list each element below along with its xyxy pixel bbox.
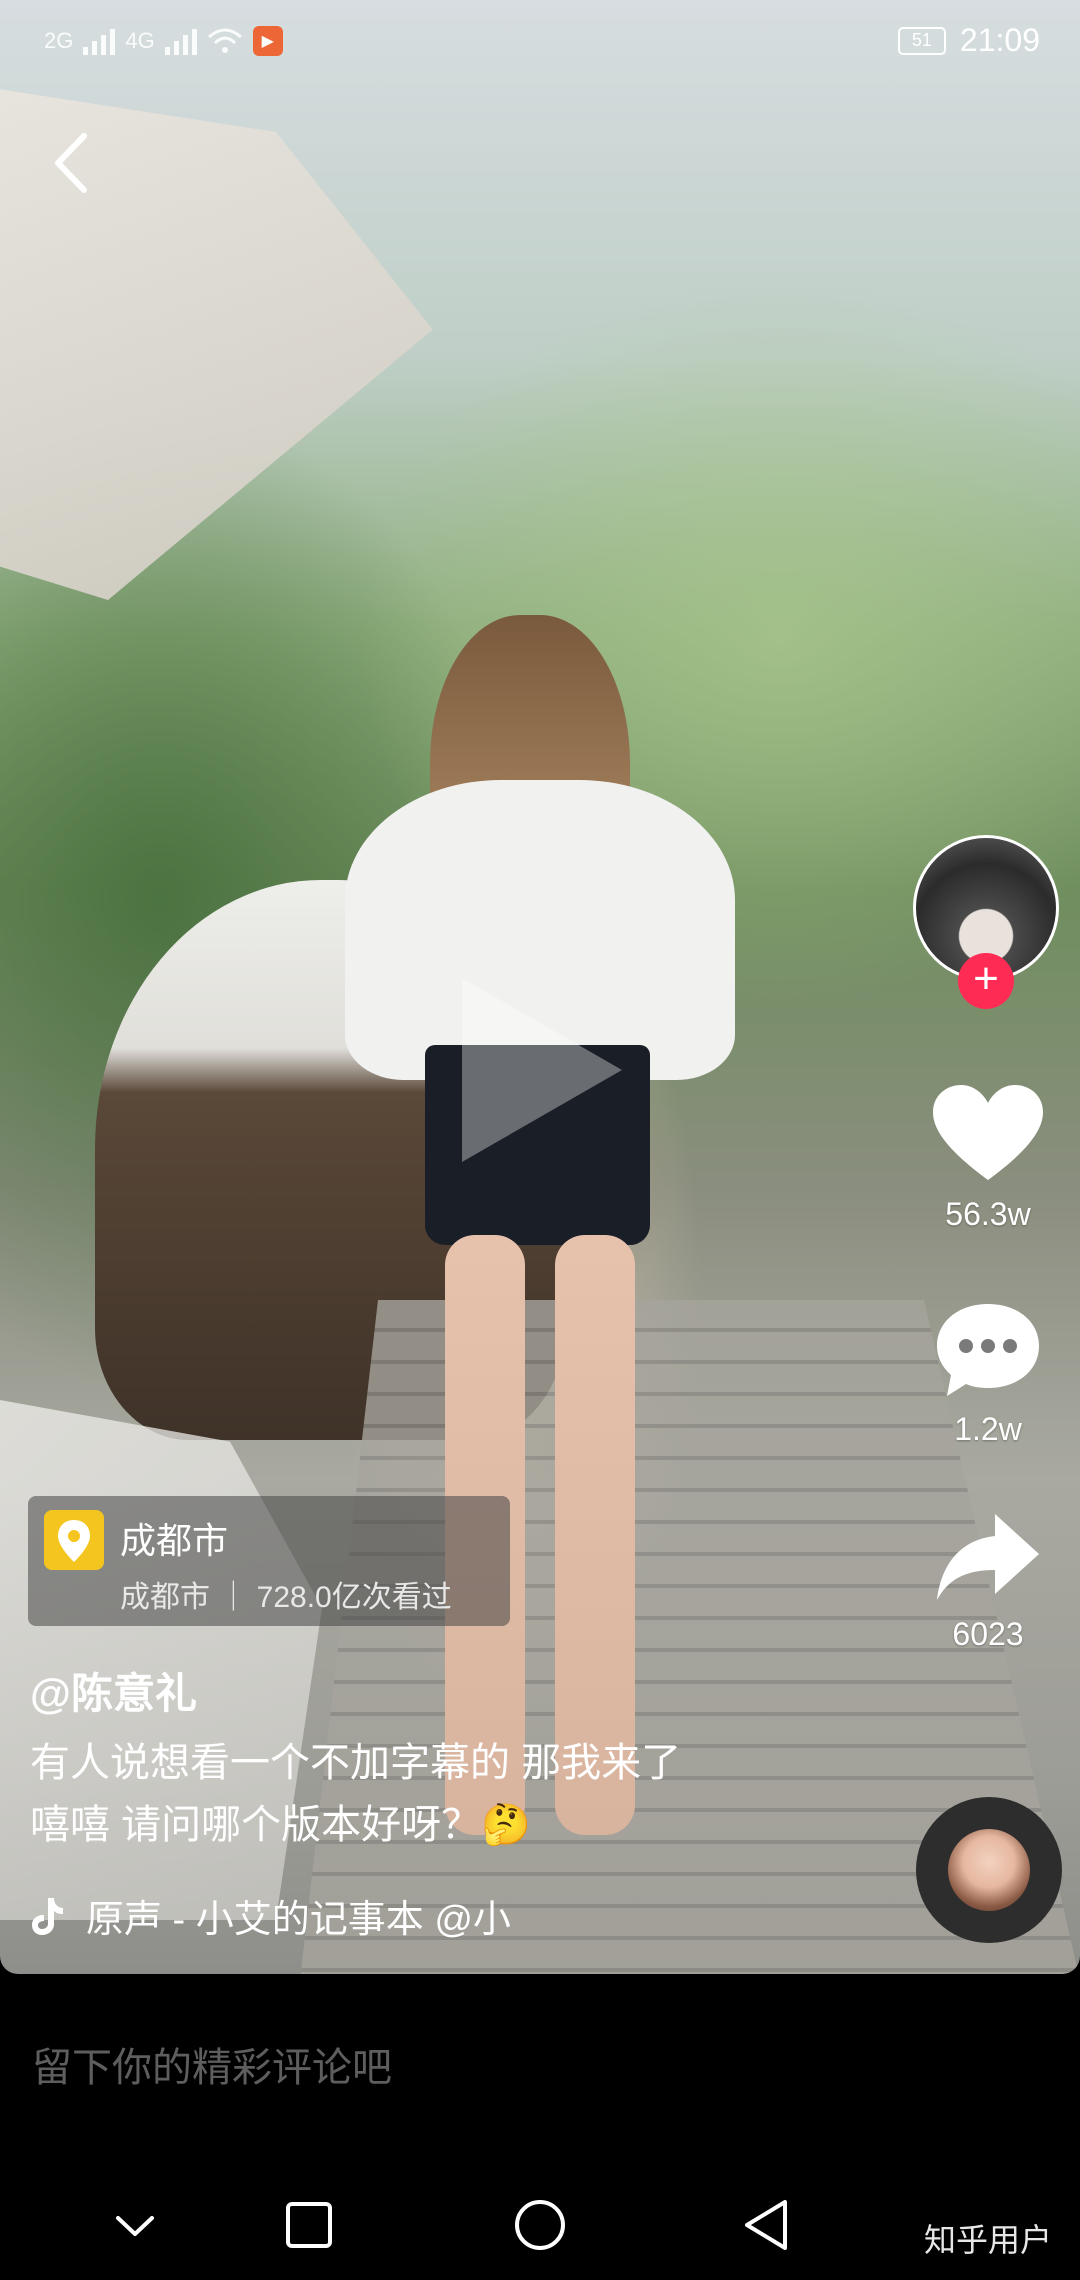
app-notification-icon: ▶ — [252, 26, 283, 56]
chevron-down-icon[interactable] — [100, 2190, 170, 2260]
back-triangle-icon[interactable] — [733, 2190, 803, 2260]
clock: 21:09 — [959, 22, 1040, 58]
location-pin-icon — [44, 1510, 104, 1570]
share-button[interactable]: 6023 — [920, 1510, 1056, 1653]
music-info[interactable]: 原声 - 小艾的记事本 @小 — [30, 1888, 511, 1943]
network-label: 2G — [44, 28, 74, 53]
location-city: 成都市 — [120, 1520, 229, 1561]
network-label: 4G — [125, 28, 155, 53]
author-avatar-group[interactable]: + — [913, 835, 1059, 1009]
music-note-icon — [32, 1897, 63, 1935]
caption-line: 嘻嘻 请问哪个版本好呀？🤔 — [30, 1803, 531, 1847]
comment-input[interactable]: 留下你的精彩评论吧 — [32, 2035, 392, 2093]
video-caption: 有人说想看一个不加字幕的 那我来了 嘻嘻 请问哪个版本好呀？🤔 — [30, 1732, 850, 1856]
comment-count: 1.2w — [954, 1411, 1022, 1447]
location-subtitle: 成都市 ｜ 728.0亿次看过 — [120, 1581, 452, 1614]
signal-icon — [164, 27, 197, 55]
follow-plus-button[interactable]: + — [958, 953, 1014, 1009]
back-arrow-icon[interactable] — [44, 128, 104, 198]
home-circle-icon[interactable] — [505, 2190, 575, 2260]
comment-bubble-icon — [937, 1304, 1039, 1396]
music-disc[interactable] — [916, 1797, 1062, 1943]
author-name[interactable]: @陈意礼 — [30, 1660, 197, 1721]
like-button[interactable]: 56.3w — [920, 1085, 1056, 1233]
heart-icon — [933, 1085, 1043, 1180]
music-title: 原声 - 小艾的记事本 @小 — [86, 1899, 511, 1941]
play-icon[interactable] — [462, 978, 622, 1162]
system-nav-bar — [0, 2170, 1080, 2280]
share-arrow-icon — [937, 1514, 1039, 1600]
location-card[interactable]: 成都市 成都市 ｜ 728.0亿次看过 — [28, 1496, 510, 1626]
watermark: 知乎用户 — [923, 2222, 1052, 2258]
comment-button[interactable]: 1.2w — [920, 1300, 1056, 1448]
music-cover — [948, 1829, 1030, 1911]
status-right: 51 21:09 — [897, 22, 1040, 59]
wifi-icon — [207, 28, 242, 53]
status-left: 2G 4G ▶ — [44, 26, 283, 56]
caption-line: 有人说想看一个不加字幕的 那我来了 — [30, 1741, 682, 1785]
battery-icon: 51 — [897, 26, 946, 55]
share-count: 6023 — [952, 1616, 1024, 1652]
battery-level: 51 — [911, 30, 932, 50]
signal-icon — [83, 27, 116, 55]
recents-square-icon[interactable] — [274, 2190, 344, 2260]
like-count: 56.3w — [945, 1196, 1031, 1232]
status-bar: 2G 4G ▶ 51 21:09 — [0, 0, 1080, 92]
